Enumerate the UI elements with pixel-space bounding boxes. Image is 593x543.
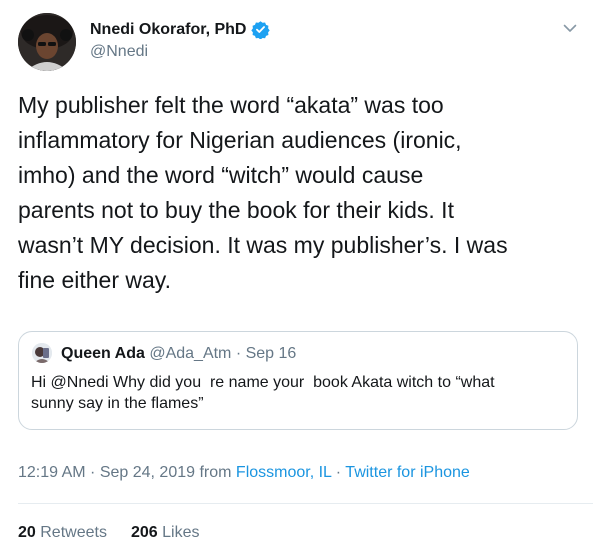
location-link[interactable]: Flossmoor, IL	[236, 464, 331, 481]
divider	[18, 503, 593, 504]
avatar-image	[18, 13, 76, 71]
quoted-tweet[interactable]: Queen Ada @Ada_Atm · Sep 16 Hi @Nnedi Wh…	[18, 331, 578, 430]
likes-stat[interactable]: 206 Likes	[131, 524, 200, 541]
caret-down-icon[interactable]	[562, 20, 578, 36]
retweets-stat[interactable]: 20 Retweets	[18, 524, 107, 541]
avatar[interactable]	[18, 13, 76, 71]
tweet-time[interactable]: 12:19 AM	[18, 464, 86, 481]
tweet-stats: 20 Retweets 206 Likes	[18, 524, 199, 542]
quoted-avatar	[32, 343, 52, 363]
likes-count: 206	[130, 524, 158, 541]
retweets-label: Retweets	[40, 524, 107, 541]
likes-label: Likes	[162, 524, 200, 541]
quoted-separator: ·	[231, 345, 246, 362]
meta-separator-2: ·	[331, 464, 346, 481]
retweets-count: 20	[18, 524, 36, 541]
tweet-meta: 12:19 AM · Sep 24, 2019 from Flossmoor, …	[18, 464, 470, 482]
meta-from: from	[195, 464, 236, 481]
meta-separator: ·	[85, 464, 100, 481]
quoted-author-handle: @Ada_Atm	[149, 345, 232, 362]
quoted-date: Sep 16	[245, 345, 297, 362]
quoted-header: Queen Ada @Ada_Atm · Sep 16	[61, 345, 296, 363]
source-link[interactable]: Twitter for iPhone	[345, 464, 470, 481]
author-handle[interactable]: @Nnedi	[90, 43, 148, 61]
tweet-text: My publisher felt the word “akata” was t…	[18, 92, 508, 293]
author-name[interactable]: Nnedi Okorafor, PhD	[90, 20, 271, 39]
quoted-avatar-image	[32, 343, 52, 363]
author-name-text: Nnedi Okorafor, PhD	[90, 20, 247, 38]
tweet-date[interactable]: Sep 24, 2019	[100, 464, 195, 481]
quoted-author-name: Queen Ada	[61, 345, 145, 362]
verified-badge-icon	[251, 21, 271, 39]
quoted-tweet-text: Hi @Nnedi Why did you re name your book …	[31, 374, 495, 412]
